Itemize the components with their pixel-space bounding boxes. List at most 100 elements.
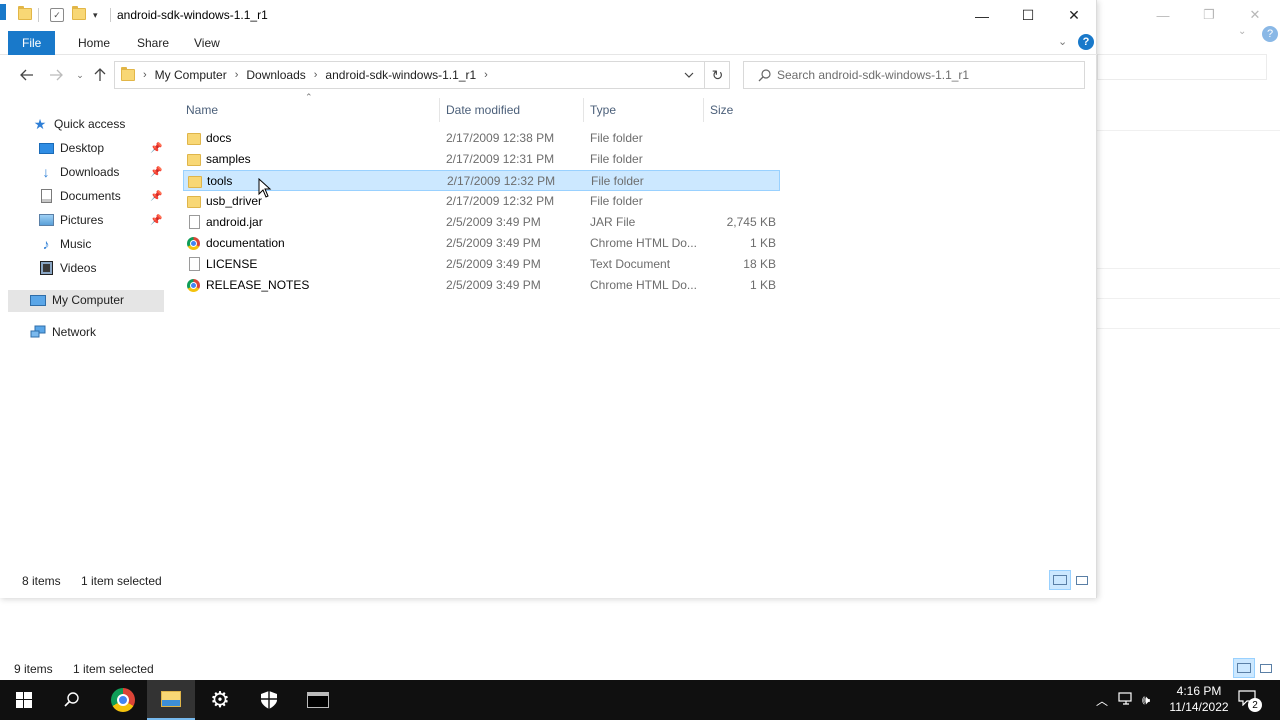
breadcrumb-separator[interactable]: ›: [143, 69, 147, 81]
details-view-button[interactable]: [1049, 570, 1071, 590]
nav-item-my-computer[interactable]: My Computer: [30, 289, 124, 311]
file-type: Text Document: [590, 257, 671, 271]
nav-item-videos[interactable]: Videos: [38, 257, 96, 279]
taskbar-windows-security[interactable]: [245, 680, 293, 720]
bg-ribbon-expand-icon[interactable]: ⌄: [1238, 26, 1246, 37]
qat-divider: [38, 8, 39, 22]
column-header-label: Date modified: [446, 103, 521, 117]
breadcrumb-downloads[interactable]: Downloads: [246, 68, 305, 82]
breadcrumb-separator[interactable]: ›: [484, 69, 488, 81]
bg-minimize-button[interactable]: —: [1140, 0, 1186, 30]
nav-item-quick-access[interactable]: ★ Quick access: [32, 113, 126, 135]
address-dropdown-chevron-icon[interactable]: [676, 62, 702, 88]
nav-item-network[interactable]: Network: [30, 321, 96, 343]
nav-item-documents[interactable]: Documents 📌: [38, 185, 168, 207]
taskbar-file-explorer[interactable]: [147, 680, 195, 720]
nav-item-label: Pictures: [60, 213, 104, 227]
nav-item-downloads[interactable]: ↓ Downloads 📌: [38, 161, 168, 183]
pin-icon[interactable]: 📌: [150, 143, 162, 154]
breadcrumb-separator[interactable]: ›: [314, 69, 318, 81]
file-size: 1 KB: [749, 278, 776, 292]
bg-divider: [1097, 298, 1280, 299]
taskbar-chrome[interactable]: [99, 680, 147, 720]
file-name: android.jar: [206, 215, 263, 229]
bg-restore-button[interactable]: ❐: [1186, 0, 1232, 30]
search-button[interactable]: [48, 680, 96, 720]
column-header-name[interactable]: Name: [183, 98, 439, 122]
file-row[interactable]: RELEASE_NOTES 2/5/2009 3:49 PM Chrome HTML…: [183, 275, 780, 296]
start-button[interactable]: [0, 680, 48, 720]
column-header-date-modified[interactable]: Date modified: [443, 98, 583, 122]
file-type: File folder: [591, 174, 644, 188]
nav-item-label: Network: [52, 325, 97, 339]
tab-file[interactable]: File: [8, 31, 56, 55]
chrome-icon: [187, 279, 200, 292]
new-folder-icon[interactable]: [72, 6, 86, 22]
back-button[interactable]: [17, 66, 37, 84]
properties-icon[interactable]: ✓: [50, 8, 64, 22]
help-icon[interactable]: ?: [1078, 34, 1094, 50]
tab-share[interactable]: Share: [123, 31, 183, 55]
column-divider[interactable]: [439, 98, 440, 122]
network-status-icon[interactable]: [1118, 692, 1134, 709]
show-hidden-icons-chevron-icon[interactable]: ︿: [1096, 692, 1108, 709]
file-explorer-window: ✓ ▾ android-sdk-windows-1.1_r1 — ☐ ✕ Fil…: [0, 0, 1097, 598]
file-row[interactable]: samples 2/17/2009 12:31 PM File folder: [183, 149, 780, 170]
bg-large-icons-view-button[interactable]: [1255, 658, 1277, 678]
computer-icon: [30, 292, 46, 308]
column-header-type[interactable]: Type: [587, 98, 707, 122]
taskbar-settings[interactable]: ⚙: [196, 680, 244, 720]
tab-home[interactable]: Home: [64, 31, 124, 55]
action-center-button[interactable]: 2: [1238, 690, 1262, 712]
column-divider[interactable]: [703, 98, 704, 122]
nav-item-desktop[interactable]: Desktop 📌: [38, 137, 168, 159]
maximize-button[interactable]: ☐: [1005, 0, 1051, 31]
navigation-bar: ⌄ › My Computer › Downloads › android-sd…: [0, 58, 1097, 92]
address-bar[interactable]: › My Computer › Downloads › android-sdk-…: [114, 61, 730, 89]
breadcrumb-my-computer[interactable]: My Computer: [155, 68, 227, 82]
bg-divider: [1097, 130, 1280, 131]
bg-search-box[interactable]: [1097, 54, 1267, 80]
nav-item-pictures[interactable]: Pictures 📌: [38, 209, 168, 231]
file-row[interactable]: LICENSE 2/5/2009 3:49 PM Text Document 18 K…: [183, 254, 780, 275]
recent-locations-chevron-icon[interactable]: ⌄: [70, 66, 90, 84]
search-input[interactable]: [777, 68, 1067, 82]
column-header-size[interactable]: Size: [707, 98, 783, 122]
chrome-icon: [187, 237, 200, 250]
forward-button[interactable]: [46, 66, 66, 84]
file-row[interactable]: docs 2/17/2009 12:38 PM File folder: [183, 128, 780, 149]
tab-view[interactable]: View: [180, 31, 234, 55]
file-row[interactable]: usb_driver 2/17/2009 12:32 PM File folder: [183, 191, 780, 212]
pin-icon[interactable]: 📌: [150, 191, 162, 202]
file-name: samples: [206, 152, 251, 166]
bg-help-icon[interactable]: ?: [1262, 26, 1278, 42]
up-button[interactable]: [90, 66, 110, 84]
search-box[interactable]: [743, 61, 1085, 89]
minimize-button[interactable]: —: [959, 0, 1005, 31]
file-row[interactable]: tools 2/17/2009 12:32 PM File folder: [183, 170, 780, 191]
window-title: android-sdk-windows-1.1_r1: [117, 8, 268, 22]
nav-item-label: My Computer: [52, 293, 125, 307]
selected-count: 1 item selected: [81, 574, 162, 588]
large-icons-view-button[interactable]: [1071, 570, 1093, 590]
documents-icon: [38, 188, 54, 204]
nav-item-music[interactable]: ♪ Music: [38, 233, 92, 255]
taskbar-terminal[interactable]: [294, 680, 342, 720]
breadcrumb-separator[interactable]: ›: [235, 69, 239, 81]
system-clock[interactable]: 4:16 PM 11/14/2022: [1164, 683, 1234, 715]
close-button[interactable]: ✕: [1051, 0, 1097, 31]
file-row[interactable]: documentation 2/5/2009 3:49 PM Chrome HTML…: [183, 233, 780, 254]
file-date-modified: 2/5/2009 3:49 PM: [446, 278, 541, 292]
nav-item-label: Documents: [60, 189, 121, 203]
column-divider[interactable]: [583, 98, 584, 122]
qat-customize-icon[interactable]: ▾: [93, 10, 98, 21]
bg-details-view-button[interactable]: [1233, 658, 1255, 678]
ribbon-expand-icon[interactable]: ⌄: [1058, 35, 1067, 48]
pin-icon[interactable]: 📌: [150, 215, 162, 226]
breadcrumb-current-folder[interactable]: android-sdk-windows-1.1_r1: [325, 68, 476, 82]
file-row[interactable]: android.jar 2/5/2009 3:49 PM JAR File 2,745…: [183, 212, 780, 233]
title-bar[interactable]: ✓ ▾ android-sdk-windows-1.1_r1 — ☐ ✕: [0, 0, 1097, 31]
pin-icon[interactable]: 📌: [150, 167, 162, 178]
refresh-icon[interactable]: ↻: [704, 62, 730, 88]
volume-icon[interactable]: 🕪: [1142, 692, 1150, 708]
